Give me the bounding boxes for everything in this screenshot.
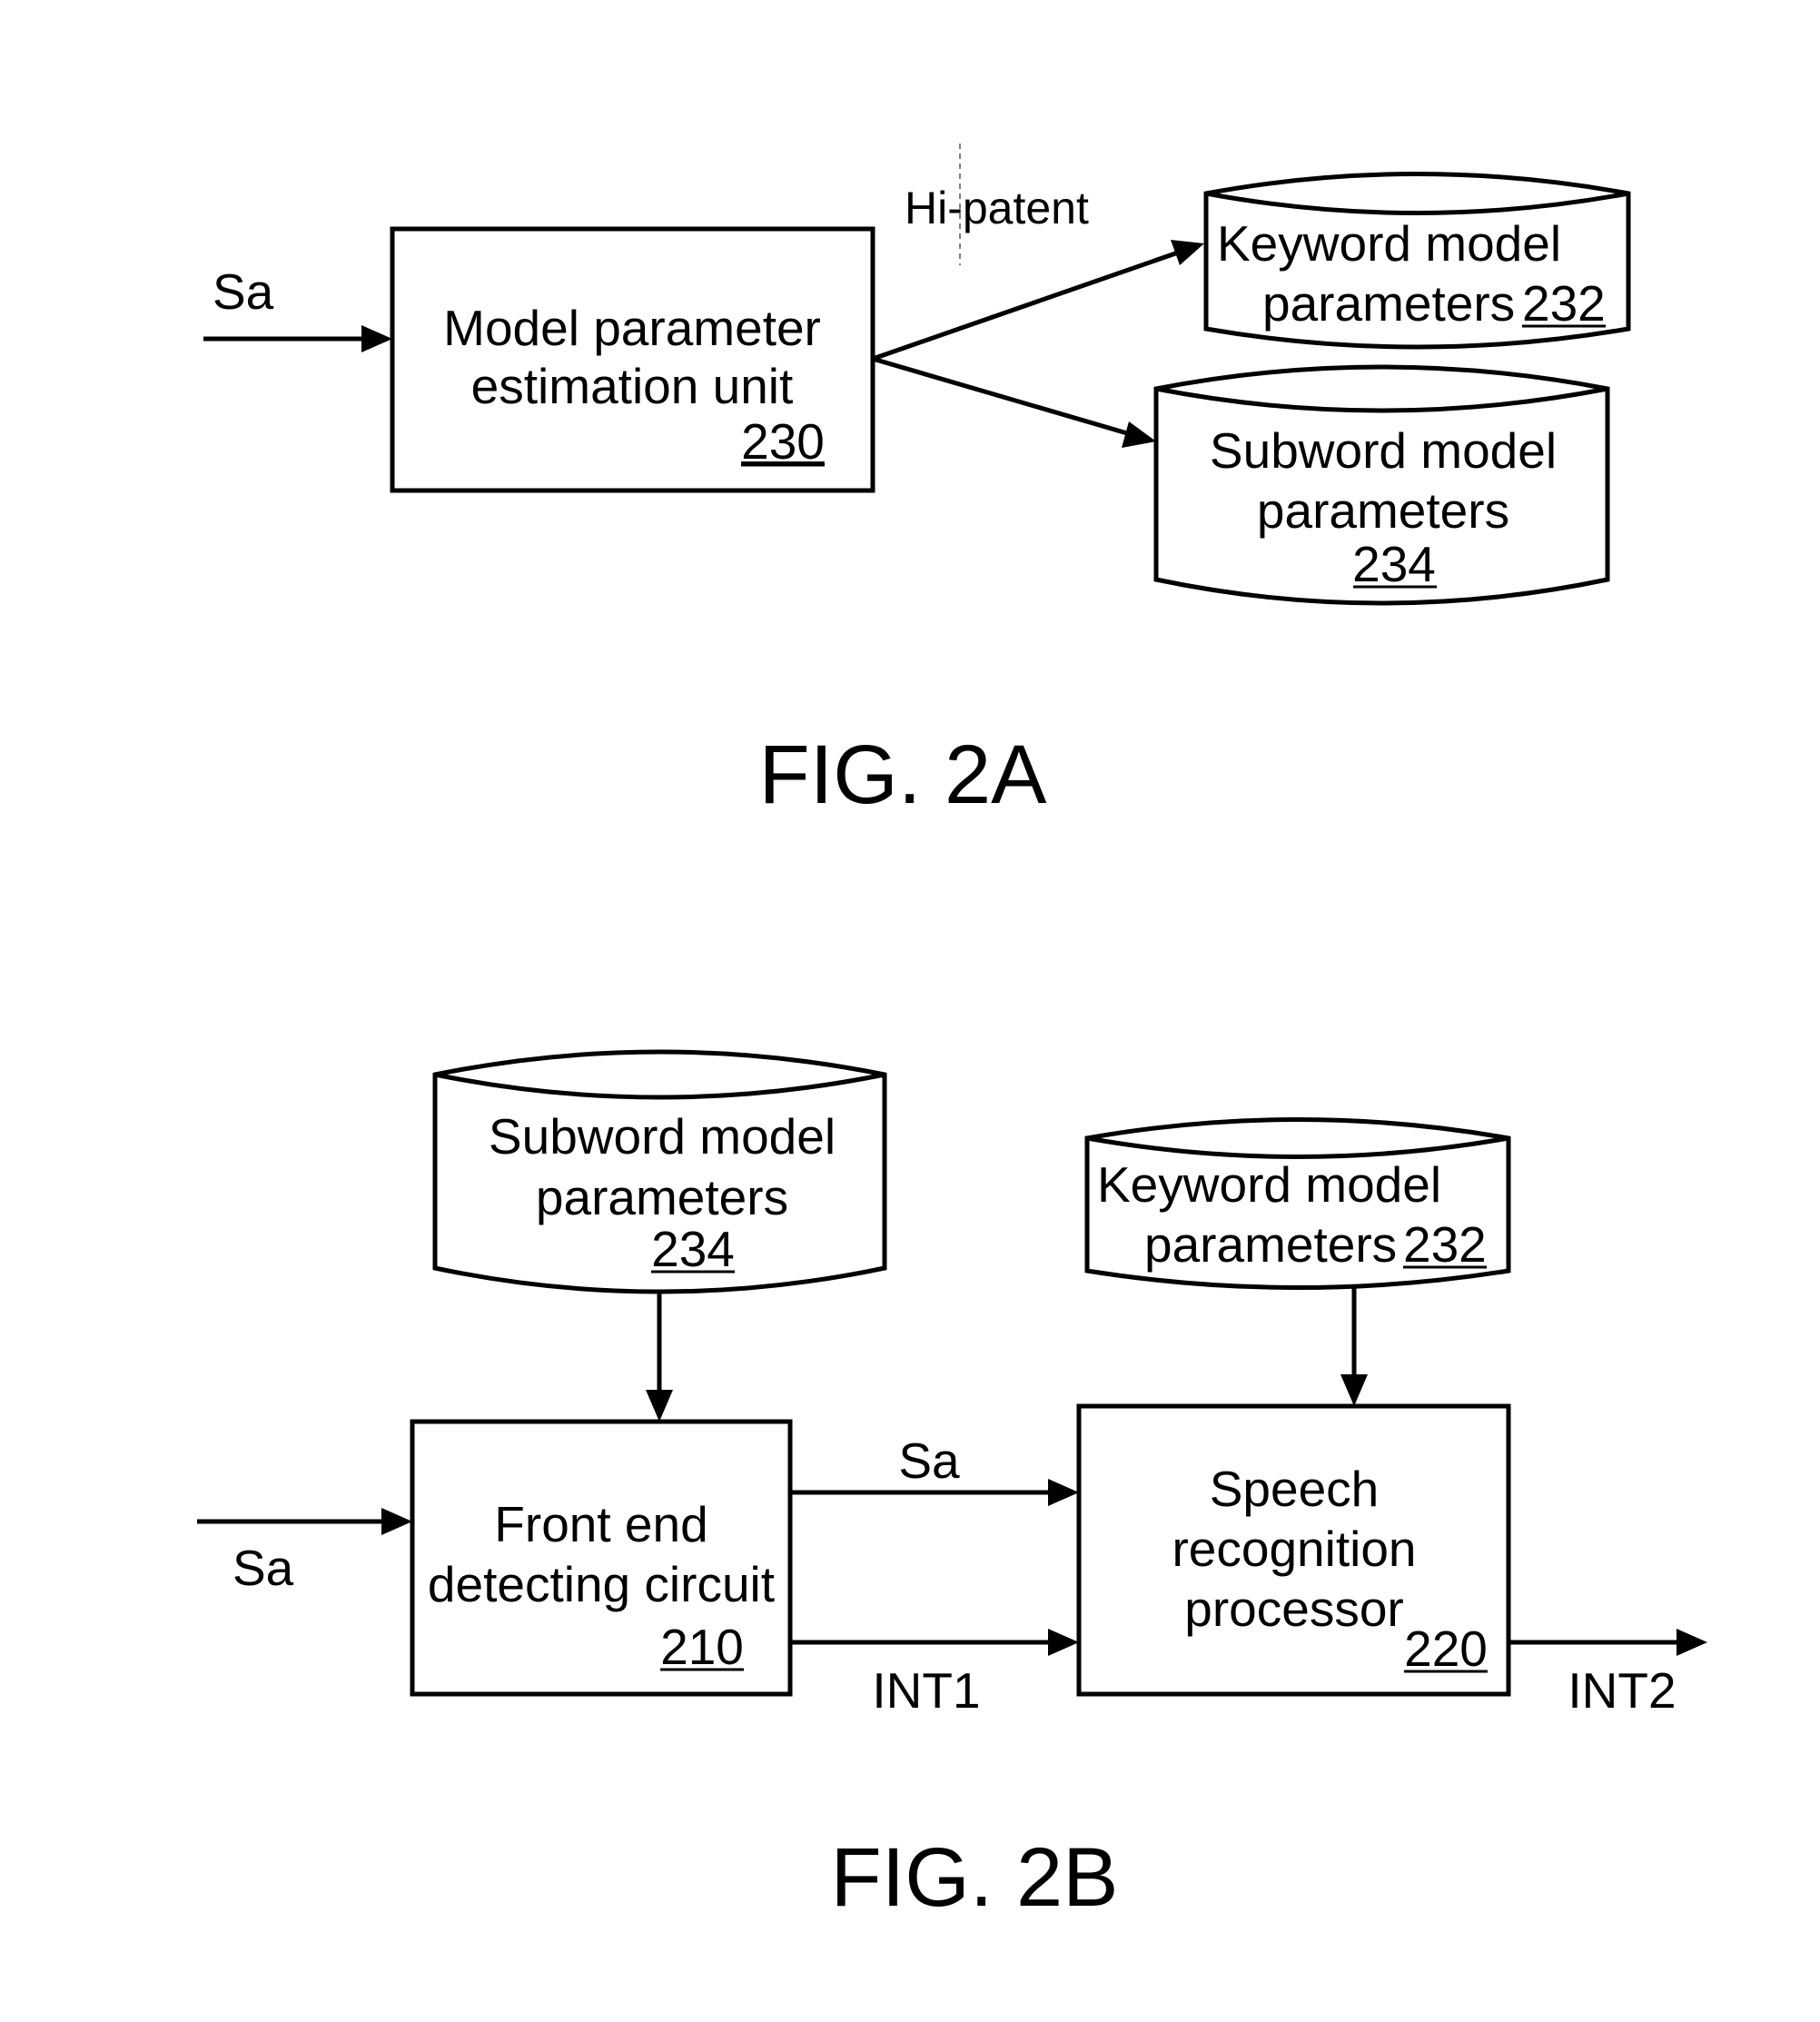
keyword-db-line2: parameters: [1144, 1216, 1397, 1273]
front-end-line2: detecting circuit: [428, 1556, 775, 1612]
subword-db-ref: 234: [1352, 536, 1436, 592]
subword-db-line2: parameters: [536, 1169, 788, 1225]
estimation-unit-ref: 230: [741, 413, 825, 470]
fig2a-input-arrow: [203, 325, 392, 352]
front-end-ref: 210: [660, 1619, 744, 1675]
recognizer-line3: processor: [1184, 1581, 1403, 1637]
subword-db-line1: Subword model: [489, 1108, 836, 1165]
fig2a-input-label: Sa: [213, 263, 274, 320]
keyword-db-ref: 232: [1403, 1216, 1487, 1273]
arrow-to-keyword-db: [872, 240, 1204, 362]
fig-2a: Sa Model parameter estimation unit 230 H…: [203, 144, 1631, 821]
hi-patent-watermark: Hi-patent: [905, 144, 1089, 265]
fig2b-input-label: Sa: [232, 1540, 294, 1596]
subword-model-parameters-db-234-fig2a: Subword model parameters 234: [1153, 364, 1610, 606]
signal-int2-arrow: [1508, 1629, 1707, 1656]
subword-db-line2: parameters: [1257, 482, 1509, 539]
fig-2b-caption: FIG. 2B: [831, 1831, 1119, 1924]
keyword-db-line2: parameters: [1262, 275, 1515, 332]
estimation-unit-line1: Model parameter: [443, 300, 821, 356]
fig-2a-caption: FIG. 2A: [759, 729, 1048, 821]
recognizer-line1: Speech: [1210, 1461, 1380, 1517]
keyword-model-parameters-db-232-fig2a: Keyword model parameters 232: [1203, 172, 1631, 350]
signal-int2-label: INT2: [1568, 1662, 1676, 1719]
arrow-to-subword-db: [872, 356, 1156, 448]
arrow-keyword-to-recognizer: [1340, 1287, 1368, 1406]
front-end-detecting-circuit-210: Front end detecting circuit 210: [410, 1419, 793, 1697]
estimation-unit-line2: estimation unit: [471, 358, 794, 414]
fig2b-input-arrow: [197, 1508, 412, 1535]
keyword-db-line1: Keyword model: [1097, 1156, 1441, 1213]
front-end-line1: Front end: [494, 1496, 707, 1552]
subword-db-ref: 234: [651, 1221, 735, 1277]
signal-sa-label: Sa: [898, 1432, 960, 1489]
keyword-db-line1: Keyword model: [1217, 215, 1561, 272]
arrow-subword-to-front-end: [646, 1292, 673, 1422]
keyword-model-parameters-db-232-fig2b: Keyword model parameters 232: [1084, 1117, 1511, 1290]
recognizer-line2: recognition: [1172, 1521, 1416, 1577]
patent-diagram: Sa Model parameter estimation unit 230 H…: [197, 144, 1707, 1924]
subword-db-line1: Subword model: [1210, 422, 1557, 479]
fig-2b: Subword model parameters 234 Keyword mod…: [197, 1049, 1707, 1924]
watermark-text: Hi-patent: [905, 183, 1089, 233]
speech-recognition-processor-220: Speech recognition processor 220: [1076, 1403, 1511, 1697]
signal-int1-label: INT1: [872, 1662, 980, 1719]
model-parameter-estimation-unit-230: Model parameter estimation unit 230: [390, 226, 875, 493]
keyword-db-ref: 232: [1522, 275, 1606, 332]
recognizer-ref: 220: [1404, 1621, 1488, 1677]
signal-int1-arrow: [790, 1629, 1079, 1656]
subword-model-parameters-db-234-fig2b: Subword model parameters 234: [432, 1049, 887, 1294]
